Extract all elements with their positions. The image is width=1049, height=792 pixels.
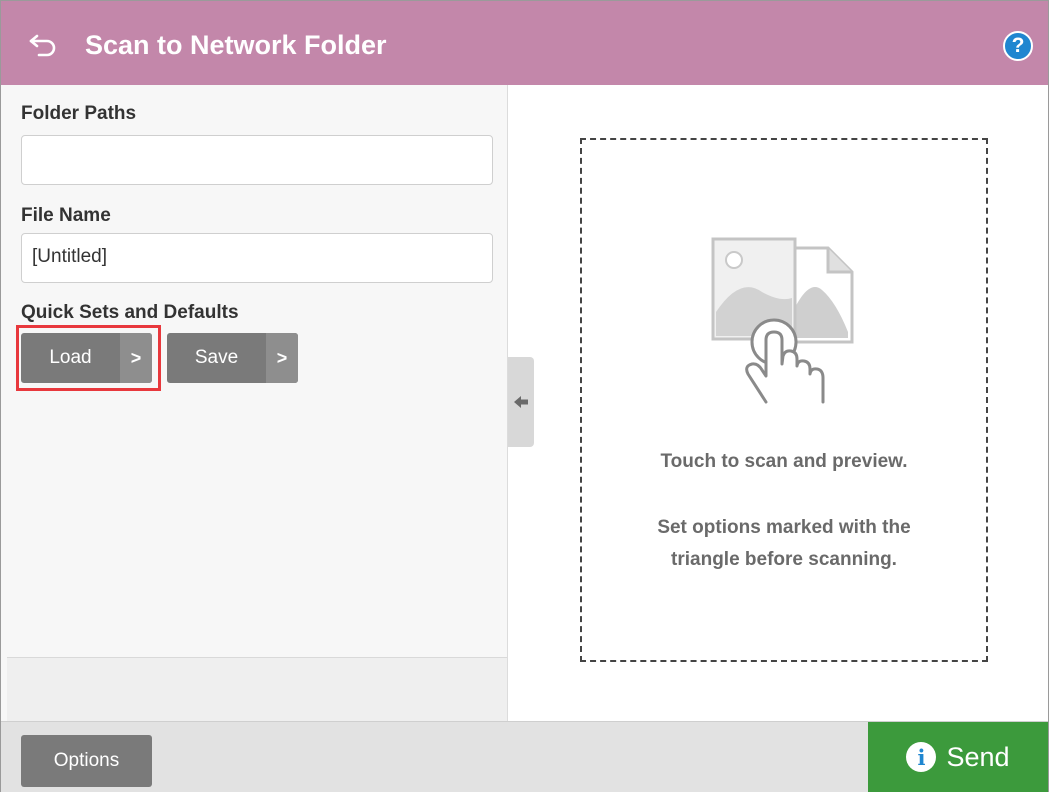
preview-options-note-line1: Set options marked with the <box>657 517 911 538</box>
file-name-field[interactable]: [Untitled] <box>21 233 493 283</box>
help-icon: ? <box>1011 34 1025 57</box>
bottom-bar: Options i Send <box>1 721 1048 792</box>
save-chevron-right-icon: > <box>266 333 298 383</box>
send-button[interactable]: i Send <box>868 722 1048 792</box>
load-button-highlight <box>16 325 161 391</box>
options-button[interactable]: Options <box>21 735 152 787</box>
touch-preview-icon <box>711 237 854 404</box>
back-arrow-icon <box>29 34 56 57</box>
save-button-label: Save <box>194 347 239 368</box>
file-name-label: File Name <box>21 205 111 226</box>
help-button[interactable]: ? <box>1003 31 1033 61</box>
preview-options-note-line2: triangle before scanning. <box>671 549 897 570</box>
folder-paths-label: Folder Paths <box>21 103 137 124</box>
scan-preview-area[interactable]: Touch to scan and preview. Set options m… <box>580 138 988 662</box>
send-button-label: Send <box>946 741 1010 772</box>
quick-sets-label: Quick Sets and Defaults <box>21 302 239 323</box>
back-button[interactable] <box>23 25 63 65</box>
settings-panel: Folder Paths File Name [Untitled] Quick … <box>1 85 508 722</box>
left-panel-footer <box>7 657 507 722</box>
folder-paths-field[interactable] <box>21 135 493 185</box>
scan-to-network-folder-screen: Scan to Network Folder ? Folder Paths Fi… <box>0 0 1049 792</box>
save-button[interactable]: Save > <box>167 333 298 383</box>
preview-instruction: Touch to scan and preview. <box>660 451 908 472</box>
page-title: Scan to Network Folder <box>85 30 387 60</box>
collapse-panel-button[interactable] <box>508 357 534 447</box>
info-icon: i <box>906 742 937 772</box>
header-bar: Scan to Network Folder ? <box>1 1 1048 85</box>
arrow-left-icon <box>514 396 528 408</box>
